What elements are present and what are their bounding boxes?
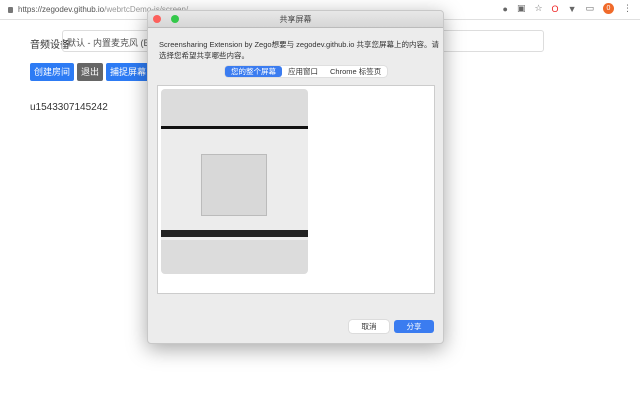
star-icon[interactable]: ☆ (534, 3, 542, 14)
avatar[interactable]: 0 (603, 3, 614, 14)
source-list (157, 85, 435, 294)
share-screen-dialog: 共享屏幕 Screensharing Extension by Zego想要与 … (147, 10, 444, 344)
tab-entire-screen[interactable]: 您的整个屏幕 (225, 66, 282, 77)
opera-icon[interactable]: O (552, 4, 559, 14)
translate-icon[interactable]: ▣ (517, 3, 526, 14)
create-room-button[interactable]: 创建房间 (30, 63, 75, 81)
dialog-title: 共享屏幕 (279, 15, 312, 24)
menu-icon[interactable]: ⋮ (623, 3, 632, 14)
dialog-message: Screensharing Extension by Zego想要与 zegod… (159, 40, 439, 60)
camera-icon[interactable]: ● (503, 4, 508, 14)
close-icon[interactable] (153, 15, 161, 23)
dock-preview (161, 230, 308, 237)
exit-button[interactable]: 退出 (77, 63, 104, 81)
capture-screen-button[interactable]: 捕捉屏幕 (106, 63, 151, 81)
extension-icon[interactable]: ▼ (568, 4, 577, 14)
tab-chrome-tab[interactable]: Chrome 标签页 (324, 66, 387, 77)
dialog-titlebar: 共享屏幕 (148, 11, 443, 28)
cast-icon[interactable]: ▭ (585, 3, 594, 14)
zoom-icon[interactable] (171, 15, 179, 23)
cancel-button[interactable]: 取消 (349, 320, 389, 333)
user-id: u1543307145242 (30, 102, 108, 113)
screen-thumbnail[interactable] (161, 89, 308, 274)
lock-icon (8, 6, 13, 13)
tab-app-window[interactable]: 应用窗口 (282, 66, 324, 77)
screen-preview (161, 126, 308, 240)
share-button[interactable]: 分享 (394, 320, 434, 333)
